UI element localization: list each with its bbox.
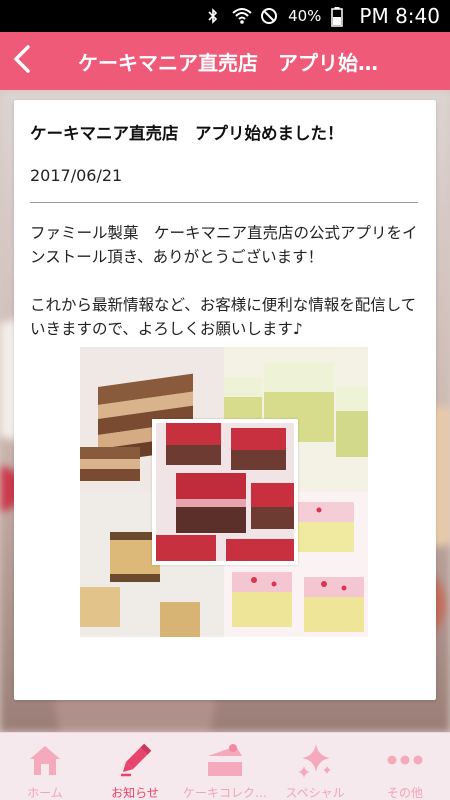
bluetooth-icon	[204, 7, 222, 25]
tab-label-more: その他	[386, 785, 423, 800]
divider	[30, 202, 418, 203]
tab-label-special: スペシャル	[285, 785, 345, 800]
tab-more[interactable]: その他	[360, 733, 450, 800]
tab-label-cake-collection: ケーキコレク…	[182, 785, 267, 800]
bottom-tab-bar: ホーム お知らせ ケーキコレク… スペシャル その他	[0, 732, 450, 800]
post-date: 2017/06/21	[30, 166, 123, 185]
pencil-icon	[115, 741, 155, 780]
sparkle-icon	[295, 741, 335, 780]
battery-percent: 40%	[288, 7, 322, 25]
clock: PM 8:40	[359, 4, 440, 28]
post-title: ケーキマニア直売店 アプリ始めました！	[30, 124, 344, 143]
tab-cake-collection[interactable]: ケーキコレク…	[180, 733, 270, 800]
post-card: ケーキマニア直売店 アプリ始めました！ 2017/06/21 ファミール製菓 ケ…	[14, 100, 436, 700]
do-not-disturb-icon	[260, 7, 278, 25]
back-button[interactable]	[0, 32, 44, 90]
cake-icon	[205, 741, 245, 780]
cake-collage-image	[80, 347, 368, 637]
more-icon	[385, 741, 425, 780]
home-icon	[25, 741, 65, 780]
wifi-icon	[232, 7, 252, 25]
page-title: ケーキマニア直売店 アプリ始…	[78, 50, 378, 75]
tab-label-news: お知らせ	[111, 785, 159, 800]
raspberry-cake-photo	[152, 419, 298, 565]
tab-news[interactable]: お知らせ	[90, 733, 180, 800]
tab-label-home: ホーム	[27, 785, 63, 800]
post-body: ファミール製菓 ケーキマニア直売店の公式アプリをインストール頂き、ありがとうござ…	[30, 224, 418, 338]
status-bar: 40% PM 8:40	[0, 0, 450, 32]
chevron-left-icon	[11, 44, 33, 78]
tab-home[interactable]: ホーム	[0, 733, 90, 800]
tab-special[interactable]: スペシャル	[270, 733, 360, 800]
app-header: ケーキマニア直売店 アプリ始…	[0, 32, 450, 90]
battery-icon	[331, 7, 349, 27]
